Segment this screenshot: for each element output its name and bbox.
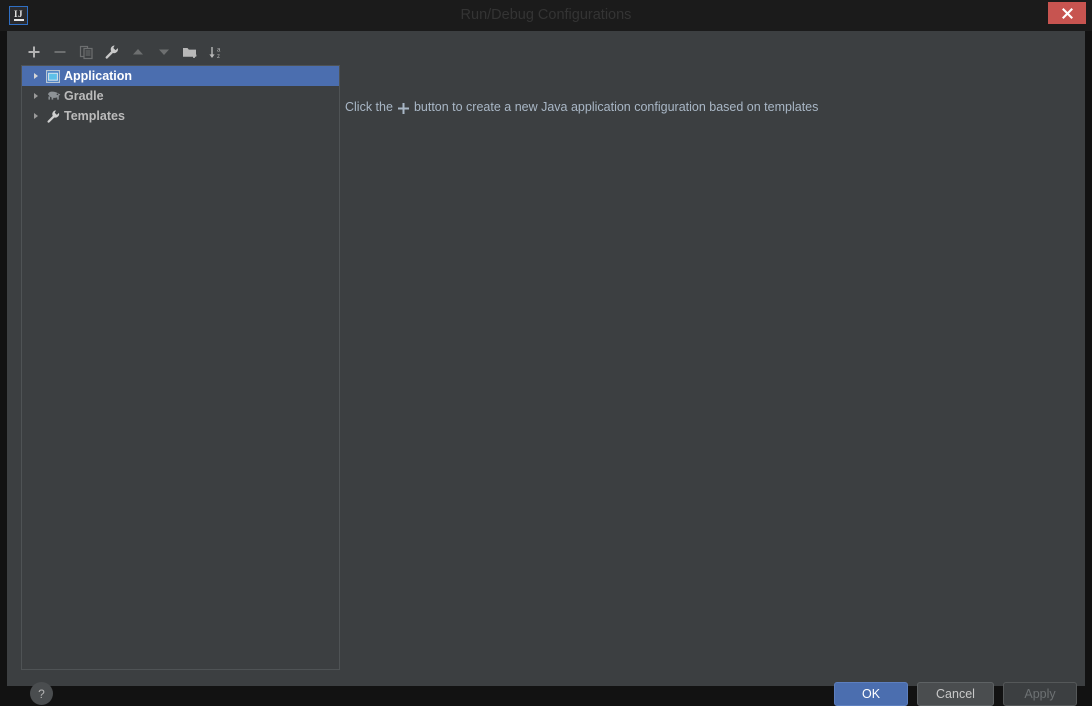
arrow-down-icon	[157, 45, 171, 59]
tree-item-label: Application	[64, 69, 133, 83]
svg-text:a: a	[217, 47, 221, 53]
ok-button[interactable]: OK	[834, 682, 908, 706]
move-down-button[interactable]	[151, 39, 177, 65]
hint-prefix-text: Click the	[345, 100, 393, 114]
plus-icon	[397, 102, 410, 115]
run-debug-configurations-window: IJ Run/Debug Configurations a z Applicat…	[0, 0, 1092, 706]
copy-icon	[79, 45, 94, 60]
empty-state-hint: Click the button to create a new Java ap…	[345, 100, 818, 114]
add-configuration-button[interactable]	[21, 39, 47, 65]
apply-button: Apply	[1003, 682, 1077, 706]
chevron-right-icon[interactable]	[28, 92, 44, 100]
sort-alpha-icon: a z	[208, 45, 224, 60]
tree-item-gradle[interactable]: Gradle	[22, 86, 339, 106]
create-folder-button[interactable]	[177, 39, 203, 65]
wrench-icon	[104, 44, 120, 60]
wrench-icon	[44, 109, 62, 124]
remove-configuration-button[interactable]	[47, 39, 73, 65]
move-up-button[interactable]	[125, 39, 151, 65]
arrow-up-icon	[131, 45, 145, 59]
hint-suffix-text: button to create a new Java application …	[413, 100, 819, 114]
tree-item-application[interactable]: Application	[22, 66, 339, 86]
folder-add-icon	[182, 45, 198, 60]
configurations-toolbar: a z	[21, 39, 229, 65]
svg-text:z: z	[217, 54, 220, 60]
dialog-body: a z Application Gradle Templates Click t…	[7, 31, 1085, 706]
plus-icon	[27, 45, 41, 59]
cancel-button[interactable]: Cancel	[917, 682, 994, 706]
title-bar: IJ Run/Debug Configurations	[0, 0, 1092, 31]
application-window-icon	[44, 69, 62, 83]
close-icon	[1061, 7, 1073, 19]
configurations-tree-panel[interactable]: Application Gradle Templates	[21, 65, 340, 670]
edit-templates-button[interactable]	[99, 39, 125, 65]
close-button[interactable]	[1048, 2, 1086, 24]
question-mark-icon: ?	[38, 686, 45, 701]
minus-icon	[53, 45, 67, 59]
sort-configurations-button[interactable]: a z	[203, 39, 229, 65]
chevron-right-icon[interactable]	[28, 112, 44, 120]
copy-configuration-button[interactable]	[73, 39, 99, 65]
window-title: Run/Debug Configurations	[460, 7, 632, 23]
gradle-elephant-icon	[44, 90, 62, 102]
tree-item-label: Templates	[64, 109, 125, 123]
tree-item-label: Gradle	[64, 89, 104, 103]
help-button[interactable]: ?	[30, 682, 53, 705]
chevron-right-icon[interactable]	[28, 72, 44, 80]
tree-item-templates[interactable]: Templates	[22, 106, 339, 126]
